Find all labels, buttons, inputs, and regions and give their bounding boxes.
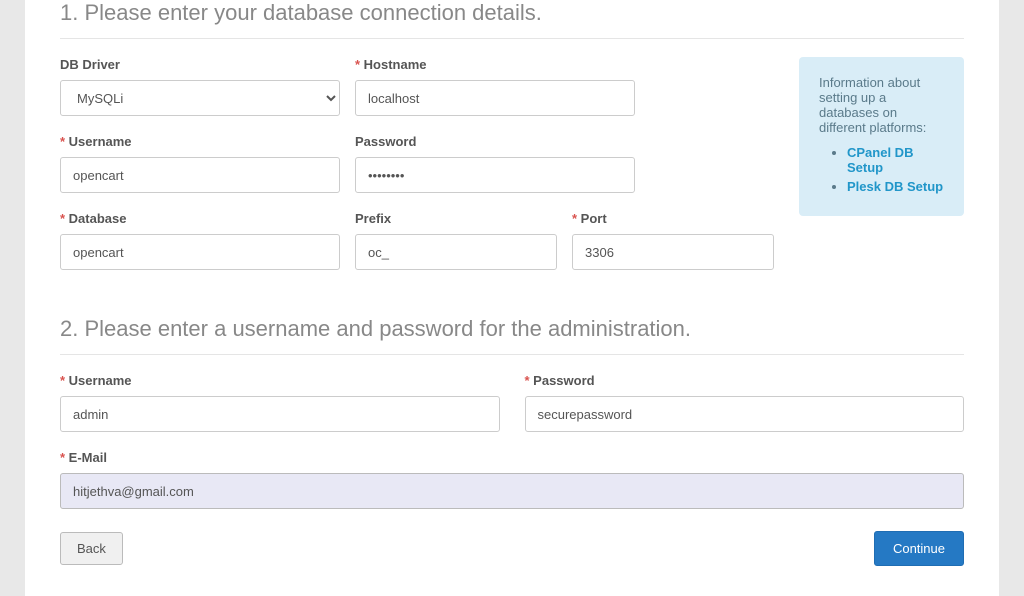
db-password-label: Password — [355, 134, 635, 149]
port-group: Port — [572, 211, 774, 270]
port-input[interactable] — [572, 234, 774, 270]
admin-username-label: Username — [60, 373, 500, 388]
info-box: Information about setting up a databases… — [799, 57, 964, 216]
db-section-row: DB Driver MySQLi Hostname Username Passw… — [60, 57, 964, 288]
back-button[interactable]: Back — [60, 532, 123, 565]
db-password-group: Password — [355, 134, 635, 193]
prefix-group: Prefix — [355, 211, 557, 270]
db-driver-label: DB Driver — [60, 57, 340, 72]
prefix-label: Prefix — [355, 211, 557, 226]
install-form-container: 1. Please enter your database connection… — [25, 0, 999, 596]
admin-email-label: E-Mail — [60, 450, 964, 465]
admin-username-input[interactable] — [60, 396, 500, 432]
section1-heading: 1. Please enter your database connection… — [60, 0, 964, 39]
admin-email-input[interactable] — [60, 473, 964, 509]
admin-password-group: Password — [525, 373, 965, 432]
button-row: Back Continue — [60, 531, 964, 566]
db-driver-group: DB Driver MySQLi — [60, 57, 340, 116]
database-input[interactable] — [60, 234, 340, 270]
cpanel-link[interactable]: CPanel DB Setup — [847, 145, 913, 175]
db-password-input[interactable] — [355, 157, 635, 193]
db-username-label: Username — [60, 134, 340, 149]
continue-button[interactable]: Continue — [874, 531, 964, 566]
admin-password-input[interactable] — [525, 396, 965, 432]
db-driver-select[interactable]: MySQLi — [60, 80, 340, 116]
admin-email-group: E-Mail — [60, 450, 964, 509]
database-label: Database — [60, 211, 340, 226]
prefix-input[interactable] — [355, 234, 557, 270]
hostname-group: Hostname — [355, 57, 635, 116]
section2-heading: 2. Please enter a username and password … — [60, 316, 964, 355]
plesk-link[interactable]: Plesk DB Setup — [847, 179, 943, 194]
hostname-label: Hostname — [355, 57, 635, 72]
admin-section: 2. Please enter a username and password … — [60, 316, 964, 566]
db-username-input[interactable] — [60, 157, 340, 193]
hostname-input[interactable] — [355, 80, 635, 116]
db-form-area: DB Driver MySQLi Hostname Username Passw… — [60, 57, 774, 288]
info-text: Information about setting up a databases… — [819, 75, 944, 135]
admin-password-label: Password — [525, 373, 965, 388]
info-links-list: CPanel DB Setup Plesk DB Setup — [819, 145, 944, 194]
database-group: Database — [60, 211, 340, 270]
db-username-group: Username — [60, 134, 340, 193]
port-label: Port — [572, 211, 774, 226]
admin-username-group: Username — [60, 373, 500, 432]
